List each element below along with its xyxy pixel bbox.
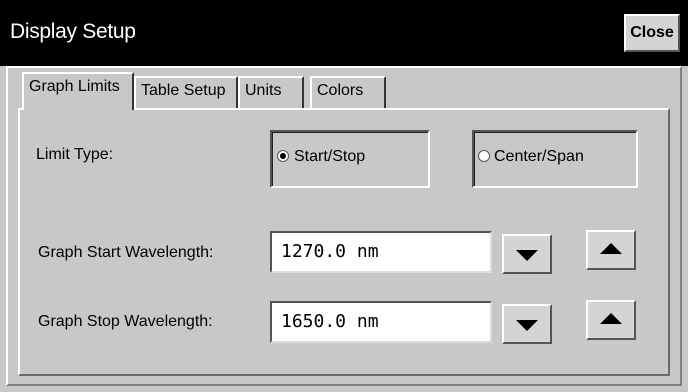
start-stop-radio[interactable] <box>277 150 289 162</box>
tab-colors[interactable]: Colors <box>310 76 386 108</box>
center-span-radio[interactable] <box>478 150 490 162</box>
graph-start-wavelength-field[interactable]: 1270.0 nm <box>270 231 492 273</box>
tab-graph-limits-label: Graph Limits <box>29 78 120 95</box>
start-decrement-button[interactable] <box>502 234 552 274</box>
graph-stop-wavelength-field[interactable]: 1650.0 nm <box>270 301 492 343</box>
radio-selected-dot <box>280 153 286 159</box>
tab-units-label: Units <box>245 82 282 99</box>
triangle-down-icon <box>516 250 538 261</box>
graph-stop-wavelength-label: Graph Stop Wavelength: <box>38 313 213 330</box>
tab-units[interactable]: Units <box>238 76 304 108</box>
title-bar: Display Setup Close <box>0 0 688 66</box>
close-button[interactable]: Close <box>624 14 680 52</box>
start-increment-button[interactable] <box>586 230 636 270</box>
limit-type-label: Limit Type: <box>36 146 114 163</box>
tab-graph-limits[interactable]: Graph Limits <box>22 72 134 110</box>
tab-colors-label: Colors <box>317 82 364 99</box>
window-title: Display Setup <box>10 20 136 43</box>
graph-start-wavelength-label: Graph Start Wavelength: <box>38 244 214 261</box>
stop-increment-button[interactable] <box>586 300 636 340</box>
center-span-label: Center/Span <box>494 148 584 165</box>
stop-decrement-button[interactable] <box>502 304 552 344</box>
tab-table-setup-label: Table Setup <box>141 82 226 99</box>
triangle-down-icon <box>516 320 538 331</box>
triangle-up-icon <box>600 243 622 254</box>
triangle-up-icon <box>600 313 622 324</box>
tab-table-setup[interactable]: Table Setup <box>134 76 238 108</box>
start-stop-label: Start/Stop <box>294 148 366 165</box>
